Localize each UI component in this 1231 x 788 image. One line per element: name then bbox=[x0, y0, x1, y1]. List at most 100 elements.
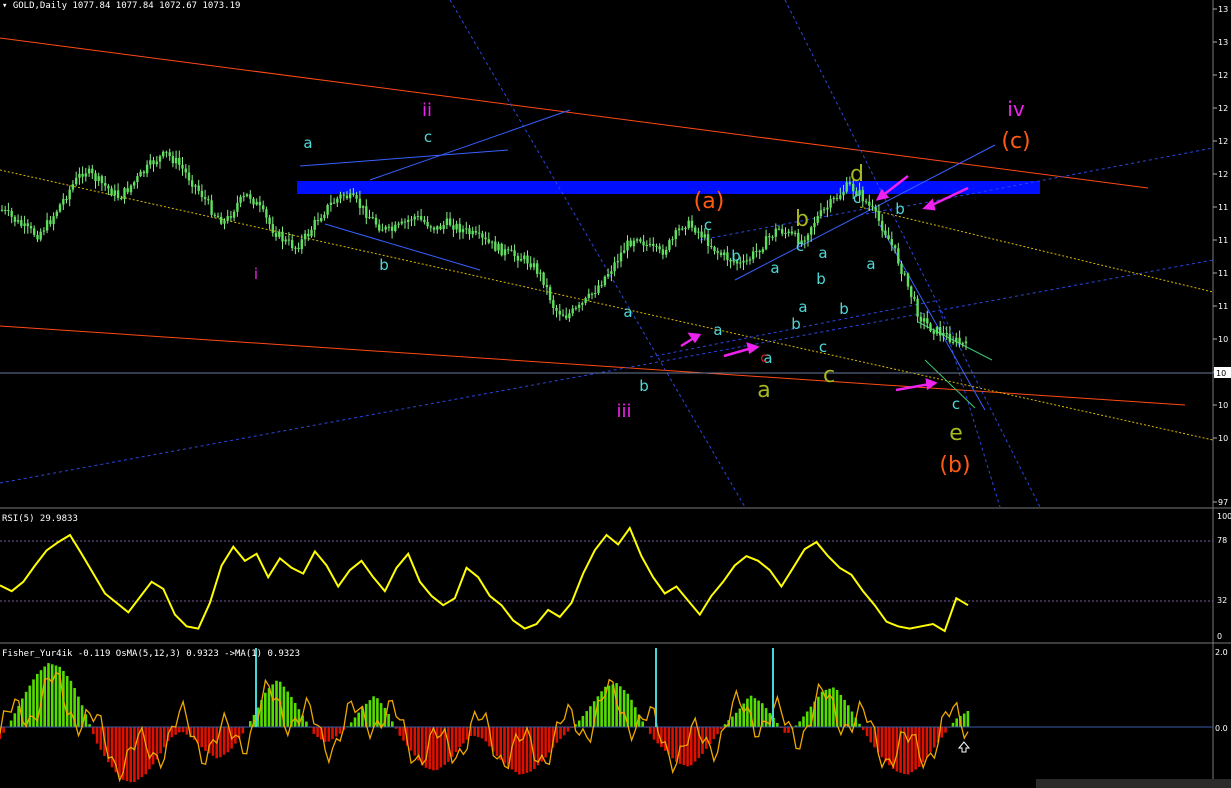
osma-bar bbox=[563, 727, 566, 736]
osma-bar bbox=[424, 727, 428, 768]
osma-bar bbox=[641, 721, 644, 727]
price-candle bbox=[281, 231, 284, 242]
osma-bar bbox=[566, 727, 570, 732]
price-candle bbox=[874, 207, 877, 212]
blue-channel-line bbox=[369, 109, 571, 181]
osma-bar bbox=[805, 711, 809, 727]
price-candle bbox=[513, 250, 516, 256]
price-candle bbox=[245, 194, 249, 197]
price-candle bbox=[958, 337, 961, 344]
wave-label: c bbox=[704, 216, 712, 234]
wave-label: a bbox=[303, 134, 312, 152]
axis-tick-label: 12 bbox=[1218, 71, 1228, 80]
price-candle bbox=[516, 255, 520, 261]
price-candle bbox=[781, 229, 784, 234]
osma-bar bbox=[787, 727, 790, 733]
chart-header: ▾ GOLD,Daily 1077.84 1077.84 1072.67 107… bbox=[2, 1, 240, 11]
price-candle bbox=[555, 308, 558, 311]
axis-tick-label: 10 bbox=[1218, 401, 1228, 410]
osma-bar bbox=[47, 663, 50, 727]
osma-bar bbox=[144, 727, 147, 775]
osma-bar bbox=[678, 727, 682, 764]
osma-bar bbox=[133, 727, 136, 782]
price-candle bbox=[432, 227, 436, 230]
price-candle bbox=[416, 216, 420, 218]
osma-bar bbox=[454, 727, 458, 753]
price-candle bbox=[932, 331, 935, 334]
price-candle bbox=[819, 210, 823, 217]
price-candle bbox=[929, 323, 932, 332]
price-candle bbox=[784, 233, 787, 234]
price-candle bbox=[561, 314, 565, 316]
price-candle bbox=[255, 202, 258, 205]
price-candle bbox=[307, 233, 310, 237]
osma-bar bbox=[925, 727, 929, 758]
price-candle bbox=[687, 220, 690, 228]
osma-bar bbox=[955, 718, 958, 727]
wave-label: c bbox=[424, 128, 432, 146]
gold-daily-chart: aiicbi(a)c bdcbiv(c)bcaabaabbaaaccbiiiacc… bbox=[0, 0, 1231, 788]
price-candle bbox=[213, 214, 216, 216]
osma-bar bbox=[742, 703, 745, 727]
osma-bar bbox=[581, 716, 585, 727]
osma-bar bbox=[802, 716, 805, 727]
price-candle bbox=[97, 176, 100, 181]
price-candle bbox=[542, 272, 545, 285]
price-candle bbox=[371, 217, 374, 219]
price-candle bbox=[10, 210, 13, 217]
price-candle bbox=[677, 228, 681, 231]
price-candle bbox=[877, 211, 881, 221]
price-candle bbox=[458, 223, 461, 233]
lower-channel-line bbox=[0, 325, 1186, 406]
osma-bar bbox=[204, 727, 207, 751]
fisher-tick-label: 2.0 bbox=[1215, 648, 1228, 657]
price-candle bbox=[120, 198, 123, 200]
osma-bar bbox=[757, 700, 760, 727]
osma-bar bbox=[222, 727, 226, 755]
rsi-line bbox=[0, 525, 969, 633]
price-candle bbox=[835, 198, 839, 200]
price-candle bbox=[303, 233, 307, 240]
price-candle bbox=[13, 216, 17, 222]
osma-bar bbox=[850, 711, 854, 727]
chevron-down-icon[interactable]: ▾ bbox=[2, 1, 7, 11]
price-candle bbox=[777, 228, 781, 230]
osma-bar bbox=[312, 727, 316, 734]
price-candle bbox=[548, 287, 552, 301]
price-candle bbox=[229, 216, 233, 218]
wave-label: b bbox=[895, 200, 905, 218]
osma-bar bbox=[402, 727, 405, 741]
price-candle bbox=[526, 255, 529, 264]
price-candle bbox=[84, 173, 87, 177]
price-candle bbox=[474, 231, 478, 233]
osma-bar bbox=[607, 685, 611, 727]
osma-bar bbox=[533, 727, 536, 769]
axis-tick-label: 11 bbox=[1218, 236, 1228, 245]
price-candle bbox=[600, 285, 603, 287]
wave-label: b bbox=[791, 315, 801, 333]
price-candle bbox=[787, 231, 790, 233]
price-candle bbox=[158, 156, 162, 162]
price-candle bbox=[565, 315, 568, 319]
axis-tick-label: 10 bbox=[1218, 335, 1228, 344]
osma-bar bbox=[600, 691, 603, 727]
price-candle bbox=[365, 206, 368, 218]
price-candle bbox=[916, 298, 919, 317]
price-candle bbox=[884, 230, 887, 236]
price-candle bbox=[468, 228, 471, 235]
price-candle bbox=[774, 228, 777, 237]
price-candle bbox=[23, 223, 26, 226]
osma-bar bbox=[118, 727, 121, 778]
price-candle bbox=[742, 260, 745, 263]
wave-labels: aiicbi(a)c bdcbiv(c)bcaabaabbaaaccbiiiacc… bbox=[254, 97, 1031, 478]
price-candle bbox=[36, 234, 39, 240]
price-candle bbox=[503, 249, 507, 256]
fisher-axis: 2.0 0.0 bbox=[1215, 648, 1228, 733]
osma-bar bbox=[32, 679, 35, 727]
price-candle bbox=[494, 241, 497, 251]
osma-bar bbox=[933, 727, 936, 748]
price-candle bbox=[745, 260, 748, 262]
price-candle bbox=[381, 229, 384, 231]
price-candle bbox=[887, 235, 890, 239]
price-candle bbox=[690, 220, 694, 228]
